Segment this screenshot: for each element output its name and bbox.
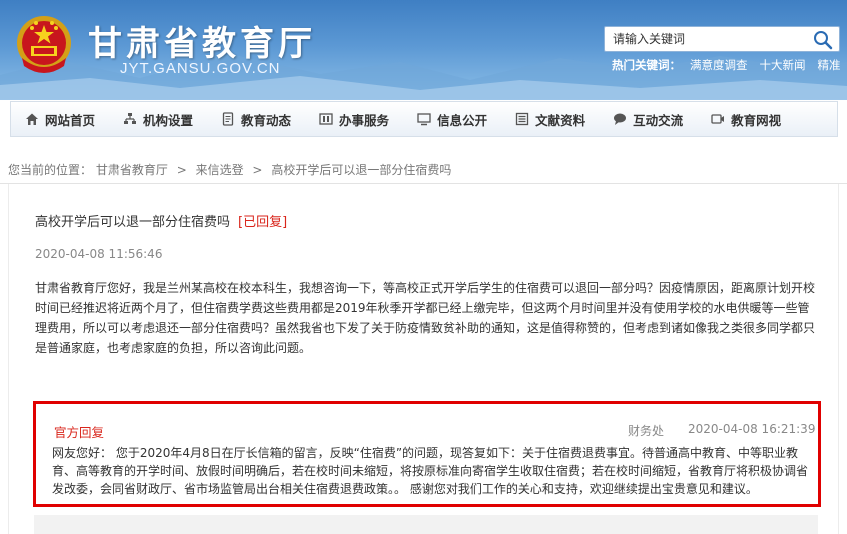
org-chart-icon (124, 113, 137, 124)
letter-body: 甘肃省教育厅您好，我是兰州某高校在校本科生，我想咨询一下，等高校正式开学后学生的… (35, 281, 816, 355)
video-icon (711, 114, 725, 124)
reply-label: 官方回复 (54, 425, 105, 440)
letter-title-text: 高校开学后可以退一部分住宿费吗 (35, 215, 231, 230)
breadcrumb-current[interactable]: 高校开学后可以退一部分住宿费吗 (271, 163, 451, 177)
hot-keywords: 热门关键词： 满意度调查 十大新闻 精准 (612, 57, 847, 73)
home-icon (26, 113, 38, 125)
nav-item-label: 网站首页 (45, 112, 96, 128)
nav-item-video[interactable]: 教育网视 (697, 102, 795, 136)
reply-department: 财务处 (628, 424, 665, 438)
breadcrumb-prefix: 您当前的位置： (8, 163, 93, 177)
search-input[interactable] (605, 27, 805, 51)
reply-date: 2020-04-08 16:21:39 (688, 422, 816, 436)
document-icon (222, 112, 234, 126)
national-emblem-icon (17, 16, 71, 73)
search-box (604, 26, 840, 52)
nav-item-home[interactable]: 网站首页 (11, 102, 109, 136)
nav-item-label: 文献资料 (535, 112, 586, 128)
nav-item-services[interactable]: 办事服务 (305, 102, 403, 136)
nav-item-label: 办事服务 (339, 112, 390, 128)
hot-keyword-link[interactable]: 十大新闻 (760, 58, 806, 72)
reply-body: 网友您好： 您于2020年4月8日在厅长信箱的留言，反映“住宿费”的问题，现答复… (52, 446, 809, 496)
list-icon (515, 112, 529, 126)
reply-panel: 官方回复 财务处 2020-04-08 16:21:39 网友您好： 您于202… (38, 406, 816, 502)
nav-item-interaction[interactable]: 互动交流 (599, 102, 697, 136)
breadcrumb: 您当前的位置： 甘肃省教育厅 > 来信选登 > 高校开学后可以退一部分住宿费吗 (8, 161, 451, 178)
nav-item-label: 信息公开 (437, 112, 488, 128)
hot-keyword-link[interactable]: 满意度调查 (690, 58, 748, 72)
breadcrumb-link[interactable]: 甘肃省教育厅 (96, 163, 168, 177)
breadcrumb-separator: > (176, 163, 187, 177)
nav-item-documents[interactable]: 文献资料 (501, 102, 599, 136)
bottom-strip (34, 515, 818, 534)
site-domain: JYT.GANSU.GOV.CN (120, 60, 281, 77)
letter-content: 高校开学后可以退一部分住宿费吗 [已回复] 2020-04-08 11:56:46… (8, 184, 839, 534)
monitor-icon (417, 113, 431, 126)
letter-date: 2020-04-08 11:56:46 (35, 247, 163, 261)
nav-item-news[interactable]: 教育动态 (207, 102, 305, 136)
hot-keyword-link[interactable]: 精准 (818, 58, 841, 72)
breadcrumb-link[interactable]: 来信选登 (196, 163, 244, 177)
letter-title: 高校开学后可以退一部分住宿费吗 [已回复] (35, 211, 287, 230)
site-title[interactable]: 甘肃省教育厅 (88, 16, 316, 65)
building-icon (319, 113, 333, 125)
nav-item-organization[interactable]: 机构设置 (109, 102, 207, 136)
nav-item-label: 机构设置 (143, 112, 194, 128)
hot-keywords-label: 热门关键词： (612, 58, 681, 72)
official-reply-box: 官方回复 财务处 2020-04-08 16:21:39 网友您好： 您于202… (33, 401, 821, 507)
status-badge: [已回复] (238, 215, 288, 230)
nav-item-label: 教育动态 (241, 112, 292, 128)
nav-item-disclosure[interactable]: 信息公开 (403, 102, 501, 136)
chat-icon (614, 113, 627, 125)
nav-item-label: 互动交流 (633, 112, 684, 128)
site-header: 甘肃省教育厅 JYT.GANSU.GOV.CN 热门关键词： 满意度调查 十大新… (0, 0, 847, 100)
breadcrumb-separator: > (252, 163, 263, 177)
search-icon[interactable] (813, 30, 833, 50)
main-nav: 网站首页 机构设置 教育动态 办事服务 信息公开 文献资料 互动交流 教育网视 (10, 101, 838, 137)
nav-item-label: 教育网视 (731, 112, 782, 128)
